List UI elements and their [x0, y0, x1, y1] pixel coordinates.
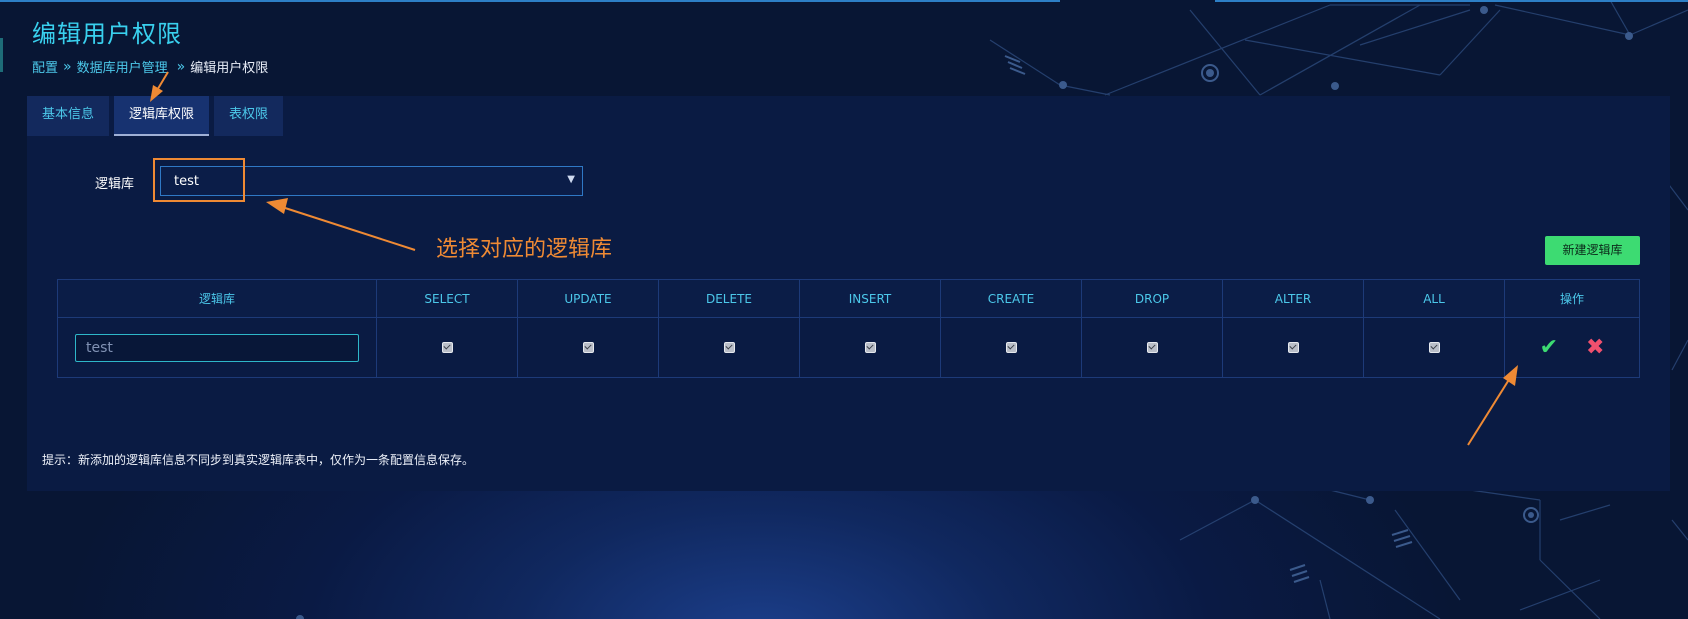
tip-text: 提示：新添加的逻辑库信息不同步到真实逻辑库表中，仅作为一条配置信息保存。 — [42, 453, 475, 467]
cell-logical-db-name: test — [57, 317, 377, 378]
chevron-double-right-icon: » — [176, 58, 186, 75]
table-header-row: 逻辑库 SELECT UPDATE DELETE INSERT CREATE D… — [57, 279, 1640, 318]
new-logical-db-button[interactable]: 新建逻辑库 — [1545, 236, 1640, 265]
column-header-insert: INSERT — [799, 279, 941, 318]
close-icon[interactable]: ✖ — [1586, 335, 1604, 360]
table-row: test ✔ ✖ — [57, 317, 1640, 378]
tab-bar: 基本信息 逻辑库权限 表权限 — [27, 96, 288, 136]
top-accent-rule — [0, 0, 1060, 2]
top-accent-rule-right — [1215, 0, 1688, 2]
column-header-delete: DELETE — [658, 279, 800, 318]
check-icon[interactable]: ✔ — [1540, 335, 1558, 360]
create-permission-checkbox[interactable] — [1005, 342, 1017, 353]
column-header-select: SELECT — [376, 279, 518, 318]
select-permission-checkbox[interactable] — [441, 342, 453, 353]
column-header-all: ALL — [1363, 279, 1505, 318]
logical-db-label: 逻辑库 — [95, 177, 135, 192]
column-header-update: UPDATE — [517, 279, 659, 318]
logical-db-name-input[interactable]: test — [75, 333, 359, 362]
alter-permission-checkbox[interactable] — [1287, 342, 1299, 353]
column-header-drop: DROP — [1081, 279, 1223, 318]
update-permission-checkbox[interactable] — [582, 342, 594, 353]
permissions-table: 逻辑库 SELECT UPDATE DELETE INSERT CREATE D… — [57, 279, 1640, 378]
insert-permission-checkbox[interactable] — [864, 342, 876, 353]
page-title: 编辑用户权限 — [32, 20, 182, 48]
breadcrumb-current: 编辑用户权限 — [190, 61, 269, 76]
left-edge-marker — [0, 38, 3, 72]
caret-down-icon: ▼ — [567, 174, 575, 185]
column-header-logical-db: 逻辑库 — [57, 279, 377, 318]
cell-actions: ✔ ✖ — [1504, 317, 1640, 378]
column-header-actions: 操作 — [1504, 279, 1640, 318]
breadcrumb-link-config[interactable]: 配置 — [32, 57, 58, 76]
breadcrumb-link-db-user-management[interactable]: 数据库用户管理 — [77, 57, 168, 76]
column-header-alter: ALTER — [1222, 279, 1364, 318]
breadcrumb: 配置 » 数据库用户管理 » 编辑用户权限 — [32, 57, 269, 77]
delete-permission-checkbox[interactable] — [723, 342, 735, 353]
chevron-double-right-icon: » — [63, 58, 72, 75]
column-header-create: CREATE — [940, 279, 1082, 318]
annotation-text: 选择对应的逻辑库 — [436, 237, 613, 262]
tab-table-permissions[interactable]: 表权限 — [214, 96, 284, 136]
drop-permission-checkbox[interactable] — [1146, 342, 1158, 353]
annotation-highlight-box — [153, 158, 245, 202]
tab-logical-db-permissions[interactable]: 逻辑库权限 — [114, 96, 210, 136]
all-permission-checkbox[interactable] — [1428, 342, 1440, 353]
tab-basic-info[interactable]: 基本信息 — [27, 96, 110, 136]
